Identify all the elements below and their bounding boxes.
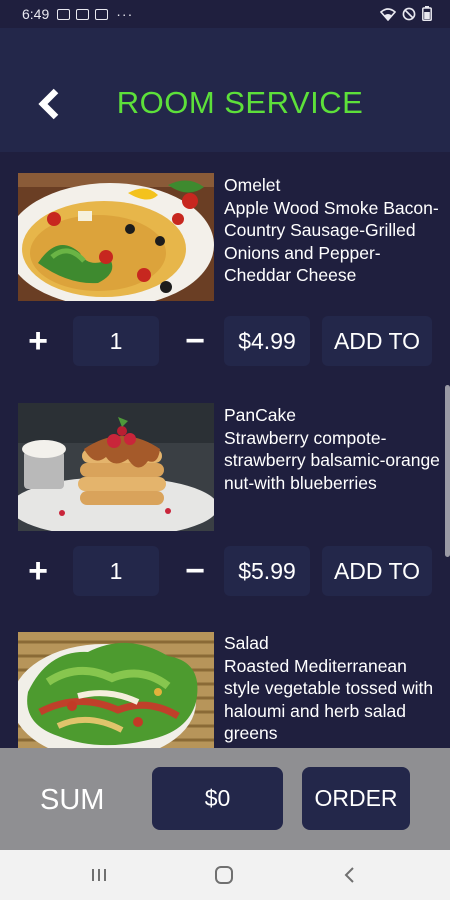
item-name: Salad: [224, 633, 269, 653]
item-name: PanCake: [224, 405, 296, 425]
notification-icons: [57, 8, 109, 20]
app-header: ROOM SERVICE: [0, 28, 450, 152]
increase-quantity-button[interactable]: +: [16, 319, 60, 363]
sum-total: $0: [152, 767, 283, 830]
menu-list[interactable]: Omelet Apple Wood Smoke Bacon-Country Sa…: [0, 152, 450, 748]
order-button[interactable]: ORDER: [302, 767, 410, 830]
item-description: Roasted Mediterranean style vegetable to…: [224, 655, 434, 744]
salad-details: Salad Roasted Mediterranean style vegeta…: [224, 632, 444, 745]
gallery-icon: [57, 8, 71, 20]
increase-quantity-button[interactable]: +: [16, 549, 60, 593]
pancake-details: PanCake Strawberry compote-strawberry ba…: [224, 404, 444, 494]
system-navigation-bar: [0, 850, 450, 900]
order-footer: SUM $0 ORDER: [0, 748, 450, 850]
sum-label: SUM: [40, 784, 105, 816]
do-not-disturb-icon: [402, 7, 416, 20]
page-title: ROOM SERVICE: [116, 85, 364, 120]
home-button[interactable]: [211, 862, 237, 888]
item-name: Omelet: [224, 175, 281, 195]
decrease-quantity-button[interactable]: −: [173, 319, 217, 363]
image-icon: [76, 8, 90, 20]
system-back-button[interactable]: [337, 862, 363, 888]
omelet-controls: + 1 − $4.99 ADD TO: [0, 313, 450, 369]
add-to-order-button[interactable]: ADD TO: [322, 316, 432, 366]
pancake-image: [18, 403, 214, 531]
omelet-image: [18, 173, 214, 301]
wifi-icon: [380, 7, 396, 21]
status-time: 6:49: [22, 6, 50, 22]
back-icon: [344, 867, 354, 883]
item-description: Strawberry compote-strawberry balsamic-o…: [224, 427, 440, 493]
price-display: $4.99: [224, 316, 310, 366]
add-to-order-button[interactable]: ADD TO: [322, 546, 432, 596]
more-notifications-icon: ···: [116, 6, 134, 22]
scrollbar[interactable]: [445, 385, 450, 557]
recent-apps-icon: [92, 869, 106, 881]
recent-apps-button[interactable]: [86, 862, 112, 888]
item-description: Apple Wood Smoke Bacon-Country Sausage-G…: [224, 197, 439, 286]
decrease-quantity-button[interactable]: −: [173, 549, 217, 593]
price-display: $5.99: [224, 546, 310, 596]
system-icons: [380, 6, 432, 21]
pancake-controls: + 1 − $5.99 ADD TO: [0, 543, 450, 599]
battery-icon: [422, 6, 432, 21]
quantity-display: 1: [73, 546, 159, 596]
photo-icon: [95, 8, 109, 20]
home-icon: [215, 866, 233, 884]
status-bar: 6:49 ···: [0, 0, 450, 28]
quantity-display: 1: [73, 316, 159, 366]
omelet-details: Omelet Apple Wood Smoke Bacon-Country Sa…: [224, 174, 444, 287]
salad-image: [18, 632, 214, 748]
